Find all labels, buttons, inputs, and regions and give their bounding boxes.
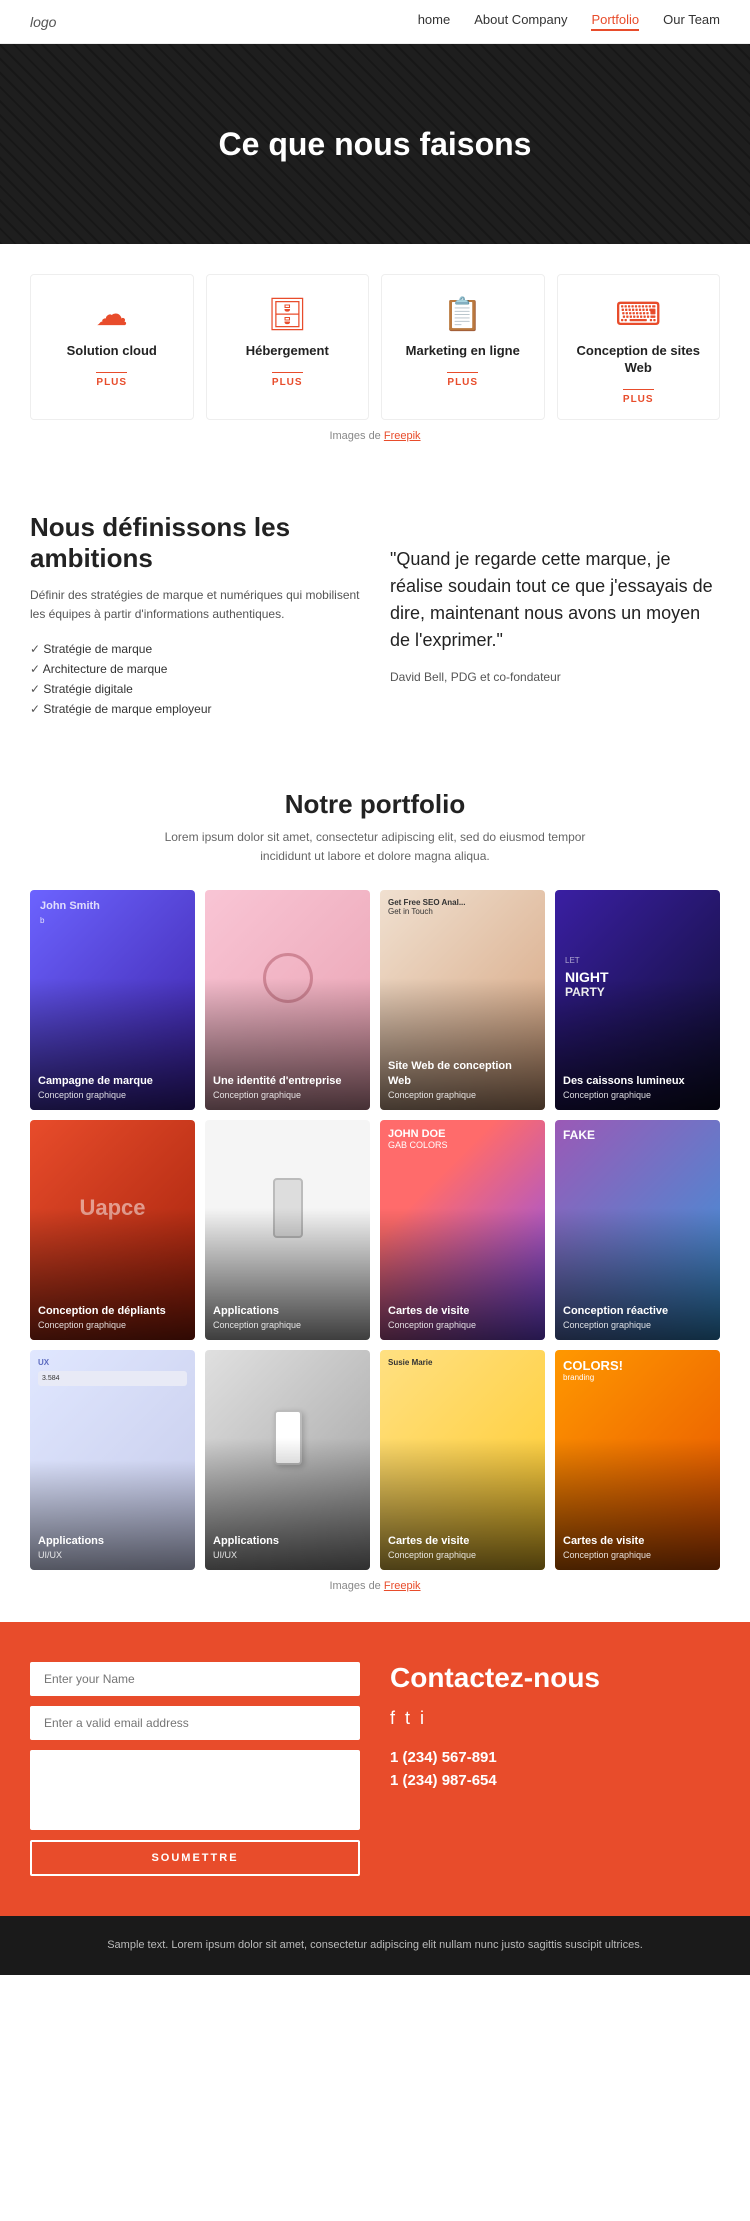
list-item: Stratégie digitale (30, 679, 360, 699)
nav-team[interactable]: Our Team (663, 12, 720, 31)
portfolio-section: Notre portfolio Lorem ipsum dolor sit am… (0, 759, 750, 1622)
cloud-icon: ☁ (96, 295, 128, 333)
portfolio-item-5[interactable]: Applications Conception graphique (205, 1120, 370, 1340)
service-card-cloud: ☁ Solution cloud PLUS (30, 274, 194, 420)
service-title-cloud: Solution cloud (67, 343, 157, 360)
submit-button[interactable]: SOUMETTRE (30, 1840, 360, 1876)
list-item: Architecture de marque (30, 659, 360, 679)
logo: logo (30, 14, 56, 30)
service-title-hosting: Hébergement (246, 343, 329, 360)
portfolio-grid: John Smith b Campagne de marque Concepti… (30, 890, 720, 1570)
list-item: Stratégie de marque (30, 639, 360, 659)
footer-text: Sample text. Lorem ipsum dolor sit amet,… (30, 1936, 720, 1955)
portfolio-item-8[interactable]: UX 3.584 Applications UI/UX (30, 1350, 195, 1570)
phone-2: 1 (234) 987-654 (390, 1772, 720, 1789)
portfolio-item-10[interactable]: Susie Marie Cartes de visite Conception … (380, 1350, 545, 1570)
portfolio-title: Notre portfolio (30, 789, 720, 820)
portfolio-credit: Images de Freepik (30, 1570, 720, 1612)
navigation: logo home About Company Portfolio Our Te… (0, 0, 750, 44)
social-icons: f t i (390, 1708, 720, 1729)
instagram-icon[interactable]: i (420, 1708, 424, 1729)
nav-links: home About Company Portfolio Our Team (418, 12, 720, 31)
service-title-marketing: Marketing en ligne (406, 343, 520, 360)
marketing-icon: 📋 (443, 295, 483, 333)
about-list: Stratégie de marque Architecture de marq… (30, 639, 360, 719)
service-card-hosting: 🗄 Hébergement PLUS (206, 274, 370, 420)
hero-title: Ce que nous faisons (219, 126, 532, 163)
service-plus-cloud[interactable]: PLUS (96, 372, 127, 388)
nav-about[interactable]: About Company (474, 12, 567, 31)
contact-title: Contactez-nous (390, 1662, 720, 1694)
quote-text: "Quand je regarde cette marque, je réali… (390, 546, 720, 654)
portfolio-item-6[interactable]: JOHN DOE GAB COLORS Cartes de visite Con… (380, 1120, 545, 1340)
service-plus-hosting[interactable]: PLUS (272, 372, 303, 388)
portfolio-item-9[interactable]: Applications UI/UX (205, 1350, 370, 1570)
portfolio-item-1[interactable]: Une identité d'entreprise Conception gra… (205, 890, 370, 1110)
hero-section: Ce que nous faisons (0, 44, 750, 244)
portfolio-item-2[interactable]: Get Free SEO Anal... Get in Touch Site W… (380, 890, 545, 1110)
portfolio-item-4[interactable]: Uapce Conception de dépliants Conception… (30, 1120, 195, 1340)
facebook-icon[interactable]: f (390, 1708, 395, 1729)
portfolio-subtitle: Lorem ipsum dolor sit amet, consectetur … (30, 828, 720, 866)
nav-home[interactable]: home (418, 12, 451, 31)
about-body: Définir des stratégies de marque et numé… (30, 586, 360, 624)
list-item: Stratégie de marque employeur (30, 699, 360, 719)
contact-phones: 1 (234) 567-891 1 (234) 987-654 (390, 1749, 720, 1789)
portfolio-item-7[interactable]: FAKE Conception réactive Conception grap… (555, 1120, 720, 1340)
service-title-web: Conception de sites Web (570, 343, 708, 377)
services-section: ☁ Solution cloud PLUS 🗄 Hébergement PLUS… (0, 244, 750, 472)
portfolio-item-11[interactable]: COLORS! branding Cartes de visite Concep… (555, 1350, 720, 1570)
about-section: Nous définissons les ambitions Définir d… (0, 472, 750, 759)
about-right: "Quand je regarde cette marque, je réali… (390, 512, 720, 719)
portfolio-item-0[interactable]: John Smith b Campagne de marque Concepti… (30, 890, 195, 1110)
portfolio-freepik-link[interactable]: Freepik (384, 1580, 421, 1592)
services-grid: ☁ Solution cloud PLUS 🗄 Hébergement PLUS… (30, 274, 720, 420)
web-icon: ⌨ (615, 295, 661, 333)
contact-section: SOUMETTRE Contactez-nous f t i 1 (234) 5… (0, 1622, 750, 1916)
name-input[interactable] (30, 1662, 360, 1696)
service-card-marketing: 📋 Marketing en ligne PLUS (381, 274, 545, 420)
contact-right: Contactez-nous f t i 1 (234) 567-891 1 (… (390, 1662, 720, 1876)
service-card-web: ⌨ Conception de sites Web PLUS (557, 274, 721, 420)
portfolio-item-3[interactable]: LET NIGHT PARTY Des caissons lumineux Co… (555, 890, 720, 1110)
service-plus-marketing[interactable]: PLUS (447, 372, 478, 388)
nav-portfolio[interactable]: Portfolio (591, 12, 639, 31)
server-icon: 🗄 (267, 295, 308, 333)
freepik-link[interactable]: Freepik (384, 430, 421, 442)
contact-form: SOUMETTRE (30, 1662, 360, 1876)
phone-1: 1 (234) 567-891 (390, 1749, 720, 1766)
about-heading: Nous définissons les ambitions (30, 512, 360, 574)
service-plus-web[interactable]: PLUS (623, 389, 654, 405)
services-credit: Images de Freepik (30, 420, 720, 462)
quote-author: David Bell, PDG et co-fondateur (390, 670, 720, 684)
twitter-icon[interactable]: t (405, 1708, 410, 1729)
about-left: Nous définissons les ambitions Définir d… (30, 512, 360, 719)
footer: Sample text. Lorem ipsum dolor sit amet,… (0, 1916, 750, 1975)
email-input[interactable] (30, 1706, 360, 1740)
message-input[interactable] (30, 1750, 360, 1830)
